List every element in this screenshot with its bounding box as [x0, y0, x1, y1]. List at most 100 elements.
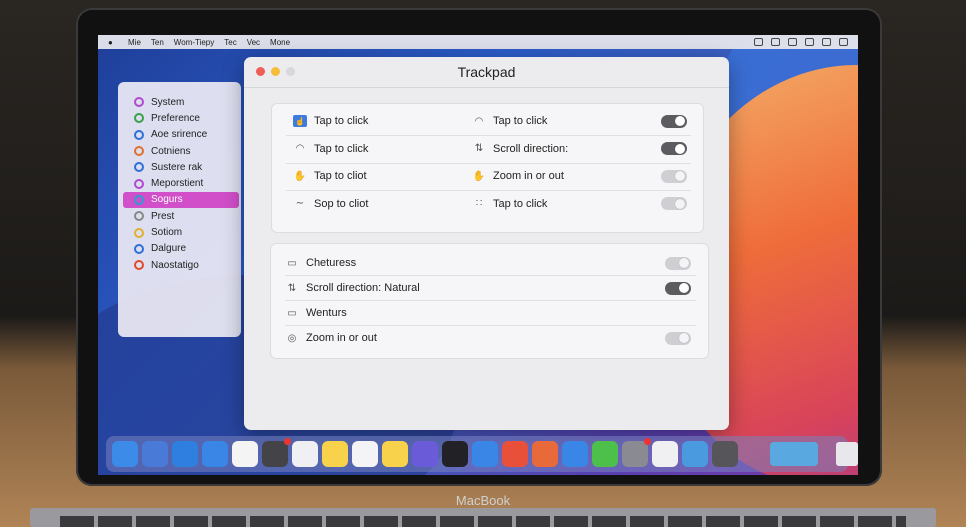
- setting-option: ∷ Tap to click: [472, 191, 548, 217]
- sidebar-item[interactable]: Sogurs: [123, 191, 239, 209]
- sidebar-item-label: Preference: [151, 112, 200, 124]
- menu-item[interactable]: Mie: [128, 38, 141, 47]
- sidebar-item[interactable]: Preference: [118, 110, 241, 126]
- clock-icon[interactable]: [652, 441, 678, 467]
- toggle-switch[interactable]: [665, 331, 691, 345]
- setting-option: ✋ Tap to cliot: [293, 163, 367, 189]
- menu-item[interactable]: Tec: [224, 38, 236, 47]
- gestures-group: ☝ Tap to click ◠ Tap to click ◠ Tap to click ⇅…: [271, 103, 704, 233]
- downloads-folder-icon[interactable]: [770, 442, 818, 466]
- maps-icon[interactable]: [682, 441, 708, 467]
- setting-option: ◎ Zoom in or out: [285, 325, 377, 351]
- menu-item[interactable]: Ten: [151, 38, 164, 47]
- setting-option: ⇅ Scroll direction:: [472, 136, 568, 162]
- sidebar-item[interactable]: Meporstient: [118, 175, 241, 191]
- siri-icon[interactable]: [839, 38, 848, 46]
- sidebar-item-label: Dalgure: [151, 243, 187, 255]
- toggle-switch[interactable]: [661, 114, 687, 128]
- photos-icon[interactable]: [292, 441, 318, 467]
- sidebar-item[interactable]: Naostatigo: [118, 257, 241, 273]
- menu-item[interactable]: Vec: [247, 38, 260, 47]
- menu-bar: ● Mie Ten Wom-Tiepy Tec Vec Mone: [98, 35, 858, 49]
- facetime-icon[interactable]: [262, 438, 291, 467]
- sidebar-item[interactable]: Prest: [118, 208, 241, 224]
- setting-label: Sop to cliot: [314, 197, 369, 210]
- hand-icon: ✋: [293, 170, 307, 182]
- preference-icon: [134, 260, 144, 271]
- sidebar-item[interactable]: Sotiom: [118, 224, 241, 240]
- sidebar-item-label: Cotniens: [151, 145, 191, 157]
- reminders-icon[interactable]: [232, 441, 258, 467]
- app-store-icon[interactable]: [502, 441, 528, 467]
- menu-item[interactable]: Wom-Tiepy: [174, 38, 214, 47]
- battery-icon[interactable]: [805, 38, 814, 46]
- window-title: Trackpad: [457, 64, 516, 80]
- finder-icon[interactable]: [112, 441, 138, 467]
- setting-option: ◠ Tap to click: [472, 108, 548, 134]
- launchpad-icon[interactable]: [142, 441, 168, 467]
- screen: ● Mie Ten Wom-Tiepy Tec Vec Mone System P…: [98, 35, 858, 475]
- sidebar-item-label: Aoe srirence: [151, 129, 208, 141]
- trackpad-icon: ▭: [287, 257, 297, 269]
- calendar-icon[interactable]: [352, 441, 378, 467]
- sidebar-item[interactable]: Sustere rak: [118, 159, 241, 175]
- menu-item[interactable]: Mone: [270, 38, 290, 47]
- setting-label: Zoom in or out: [493, 170, 564, 182]
- settings-icon[interactable]: [712, 441, 738, 467]
- sidebar-item[interactable]: Cotniens: [118, 143, 241, 159]
- toggle-switch[interactable]: [661, 197, 687, 210]
- notes-icon[interactable]: [382, 441, 408, 467]
- display-icon[interactable]: [822, 38, 831, 46]
- preference-icon: [134, 194, 144, 205]
- sidebar-item[interactable]: Dalgure: [118, 241, 241, 257]
- safari-icon[interactable]: [172, 441, 198, 467]
- toggle-switch[interactable]: [661, 142, 687, 155]
- safari-icon[interactable]: [202, 441, 228, 467]
- terminal-icon[interactable]: [442, 441, 468, 467]
- music-icon[interactable]: [412, 441, 438, 467]
- setting-label: Scroll direction:: [493, 142, 569, 155]
- sidebar-item-label: Prest: [151, 210, 175, 222]
- safari-icon[interactable]: [472, 441, 498, 467]
- setting-label: Tap to click: [314, 142, 369, 155]
- zoom-icon: ◎: [287, 332, 297, 344]
- wifi-icon[interactable]: [788, 38, 797, 46]
- apple-menu-icon[interactable]: ●: [108, 38, 118, 47]
- scroll-icon: ⇅: [474, 143, 484, 154]
- toggle-switch[interactable]: [661, 169, 687, 183]
- sidebar-item[interactable]: System: [118, 94, 241, 110]
- sidebar-item-label: Meporstient: [151, 178, 204, 190]
- numbers-icon[interactable]: [592, 441, 618, 467]
- title-bar: Trackpad: [244, 57, 729, 88]
- safari-icon[interactable]: [562, 441, 588, 467]
- preference-icon: [134, 178, 144, 189]
- toggle-switch[interactable]: [665, 256, 691, 270]
- preference-icon: [134, 129, 144, 140]
- status-icons: [754, 38, 848, 46]
- preference-icon: [134, 113, 144, 124]
- setting-label: Zoom in or out: [306, 332, 377, 344]
- preference-icon: [134, 162, 144, 173]
- sidebar-item[interactable]: Aoe srirence: [118, 127, 241, 143]
- chrome-icon[interactable]: [532, 441, 558, 467]
- preference-icon: [134, 97, 144, 108]
- notes-icon[interactable]: [322, 441, 348, 467]
- toggle-knob: [675, 171, 685, 181]
- scroll-zoom-group: ▭ Cheturess ⇅ Scroll direction: Natural ▭ Wen…: [270, 243, 709, 359]
- setting-label: Tap to click: [493, 197, 548, 210]
- filter-icon[interactable]: [622, 438, 651, 467]
- setting-option: ◠ Tap to click: [293, 136, 369, 162]
- control-center-icon[interactable]: [771, 38, 780, 46]
- setting-label: Scroll direction: Natural: [306, 282, 420, 294]
- sidebar-item-label: Sogurs: [151, 194, 183, 206]
- toggle-knob: [679, 333, 689, 343]
- trash-icon[interactable]: [836, 442, 858, 466]
- setting-option: ▭ Wenturs: [285, 300, 347, 326]
- preferences-sidebar: System Preference Aoe srirence Cotniens Sust…: [118, 82, 241, 337]
- search-icon[interactable]: [754, 38, 763, 46]
- preference-icon: [134, 243, 144, 254]
- preference-icon: [134, 211, 144, 222]
- sidebar-item-label: System: [151, 96, 185, 108]
- toggle-switch[interactable]: [665, 281, 691, 295]
- notification-badge: [644, 438, 651, 445]
